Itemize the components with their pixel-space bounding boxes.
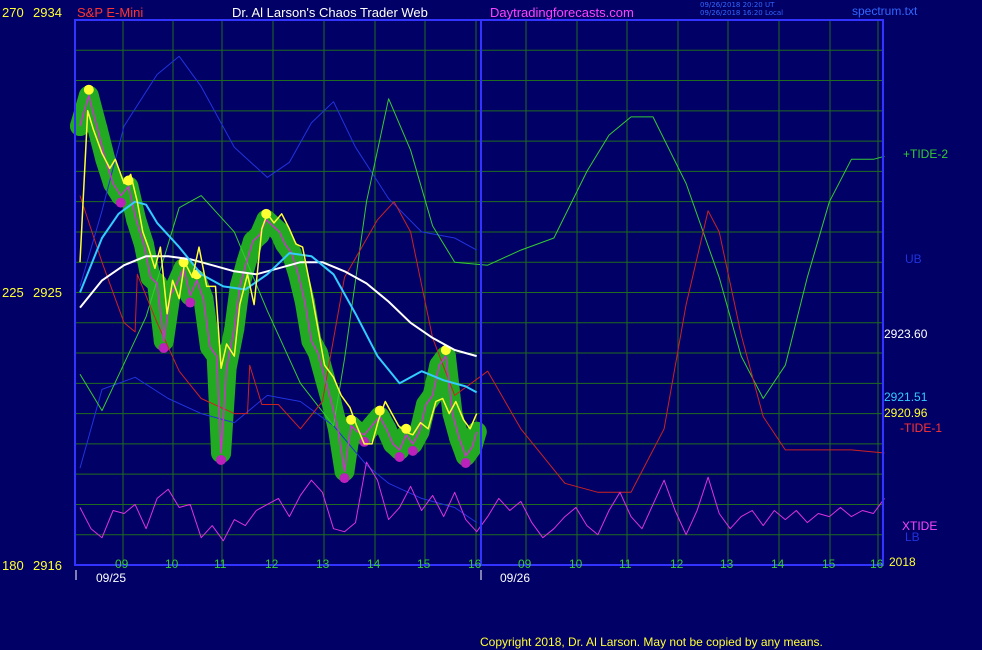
label-year: 2018	[889, 555, 916, 569]
label-price-3: 2920.96	[884, 406, 928, 420]
price-low-dot	[339, 473, 350, 484]
x-tick-label: 14	[771, 557, 785, 571]
x-tick-label: 16	[870, 557, 884, 571]
x-tick-label: 10	[165, 557, 179, 571]
price-low-dot	[460, 458, 471, 468]
price-low-dot	[185, 297, 196, 308]
chart-background	[0, 0, 982, 650]
y-left-bottom-label: 180	[2, 558, 24, 573]
copyright-notice: Copyright 2018, Dr. Al Larson. May not b…	[480, 635, 823, 649]
price-high-dot	[83, 84, 94, 95]
x-tick-label: 16	[468, 557, 482, 571]
x-tick-label: 15	[822, 557, 836, 571]
symbol-label: S&P E-Mini	[77, 5, 143, 20]
y-price-top-label: 2934	[33, 5, 62, 20]
chart-title: Dr. Al Larson's Chaos Trader Web	[232, 5, 428, 20]
price-low-dot	[115, 197, 126, 208]
price-low-dot	[407, 445, 418, 456]
x-tick-label: 09	[115, 557, 129, 571]
price-low-dot	[359, 436, 370, 447]
x-tick-label: 11	[214, 557, 227, 571]
x-tick-label: 15	[417, 557, 431, 571]
price-low-dot	[216, 454, 227, 465]
x-tick-label: 09	[518, 557, 532, 571]
label-ub: UB	[905, 252, 922, 266]
label-tide-plus: +TIDE-2	[903, 147, 948, 161]
timestamp-local: 09/26/2018 16:20 Local	[700, 9, 783, 17]
chart-svg: 270 2934 S&P E-Mini Dr. Al Larson's Chao…	[0, 0, 982, 650]
price-low-dot	[394, 451, 405, 462]
y-price-bottom-label: 2916	[33, 558, 62, 573]
file-label: spectrum.txt	[852, 4, 918, 18]
y-price-mid-label: 2925	[33, 285, 62, 300]
site-link[interactable]: Daytradingforecasts.com	[490, 5, 634, 20]
label-tide-minus: -TIDE-1	[900, 421, 942, 435]
date-label-2: 09/26	[500, 571, 530, 585]
x-tick-label: 14	[367, 557, 381, 571]
label-lb: LB	[905, 530, 920, 544]
timestamp-ut: 09/26/2018 20:20 UT	[700, 1, 775, 9]
x-tick-label: 13	[720, 557, 734, 571]
x-tick-label: 12	[670, 557, 684, 571]
x-tick-label: 13	[316, 557, 330, 571]
x-tick-label: 11	[619, 557, 632, 571]
x-tick-label: 10	[569, 557, 583, 571]
date-label-1: 09/25	[96, 571, 126, 585]
label-price-2: 2921.51	[884, 390, 928, 404]
label-price-1: 2923.60	[884, 327, 928, 341]
y-left-mid-label: 225	[2, 285, 24, 300]
x-tick-label: 12	[265, 557, 279, 571]
price-glow-point	[466, 421, 487, 442]
y-left-top-label: 270	[2, 5, 24, 20]
